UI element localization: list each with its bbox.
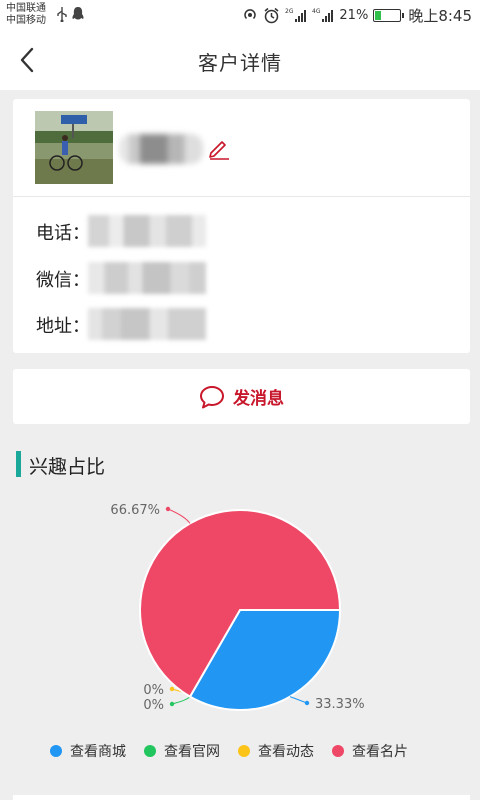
carrier-1: 中国联通: [6, 3, 46, 14]
wechat-row: 微信：: [36, 262, 436, 294]
pie-leader-line-3: [167, 508, 191, 524]
wechat-value-redacted: [88, 262, 206, 294]
pie-label-0: 33.33%: [315, 697, 365, 712]
wechat-label: 微信：: [36, 270, 90, 291]
carrier-info: 中国联通 中国移动: [6, 3, 46, 27]
status-icons: 2G 4G 21% 晚上8:45: [242, 4, 472, 26]
legend-swatch: [332, 745, 344, 757]
address-row: 地址：: [36, 308, 436, 340]
pie-leader-dot-3: [165, 506, 171, 512]
avatar[interactable]: [35, 111, 113, 184]
edit-icon[interactable]: [207, 136, 231, 160]
bottom-card-edge: [13, 795, 470, 800]
svg-text:2G: 2G: [285, 8, 294, 15]
profile-card: 电话： 微信： 地址：: [13, 99, 470, 353]
send-message-label: 发消息: [233, 389, 284, 409]
carrier-2: 中国移动: [6, 15, 46, 26]
signal-4g-icon: 4G: [312, 8, 334, 22]
qq-icon: [72, 7, 84, 20]
legend-label: 查看名片: [352, 744, 408, 760]
legend-item-3[interactable]: 查看名片: [332, 741, 408, 761]
pie-label-1: 0%: [143, 698, 164, 713]
pie-label-2: 0%: [143, 683, 164, 698]
clock: 晚上8:45: [408, 6, 472, 25]
chart-legend: 查看商城 查看官网 查看动态 查看名片: [50, 741, 408, 761]
pie-leader-dot-1: [169, 701, 175, 707]
legend-item-2[interactable]: 查看动态: [238, 741, 314, 761]
legend-swatch: [50, 745, 62, 757]
battery-icon: [373, 8, 405, 22]
legend-label: 查看动态: [258, 744, 314, 760]
pie-leader-dot-2: [169, 686, 175, 692]
address-label: 地址：: [36, 316, 90, 337]
svg-text:4G: 4G: [312, 8, 321, 15]
customer-name-redacted: [119, 134, 203, 164]
section-accent-bar: [16, 451, 21, 477]
pie-label-3: 66.67%: [110, 503, 160, 518]
phone-value-redacted: [88, 215, 206, 247]
nav-bar: 客户详情: [0, 30, 480, 90]
legend-label: 查看官网: [164, 744, 220, 760]
status-bar: 中国联通 中国移动 2G 4G 21% 晚上8:45: [0, 0, 480, 30]
battery-fill: [375, 10, 381, 20]
signal-2g-icon: 2G: [285, 8, 307, 22]
section-title: 兴趣占比: [29, 456, 106, 478]
hotspot-icon: [244, 9, 257, 20]
battery-percent: 21%: [339, 7, 369, 23]
legend-swatch: [238, 745, 250, 757]
pie-leader-dot-0: [304, 700, 310, 706]
legend-swatch: [144, 745, 156, 757]
page-title: 客户详情: [198, 51, 282, 75]
divider: [13, 196, 470, 197]
phone-row: 电话：: [36, 215, 436, 247]
address-value-redacted: [88, 308, 206, 340]
chat-bubble-icon: [200, 385, 224, 408]
legend-label: 查看商城: [70, 744, 126, 760]
usb-icon: [57, 7, 67, 22]
legend-item-1[interactable]: 查看官网: [144, 741, 220, 761]
pie-leader-line-1: [171, 696, 191, 705]
pie-leader-line-0: [289, 696, 308, 704]
phone-label: 电话：: [36, 223, 90, 244]
send-message-button[interactable]: 发消息: [13, 369, 470, 424]
alarm-icon: [264, 7, 279, 23]
legend-item-0[interactable]: 查看商城: [50, 741, 126, 761]
